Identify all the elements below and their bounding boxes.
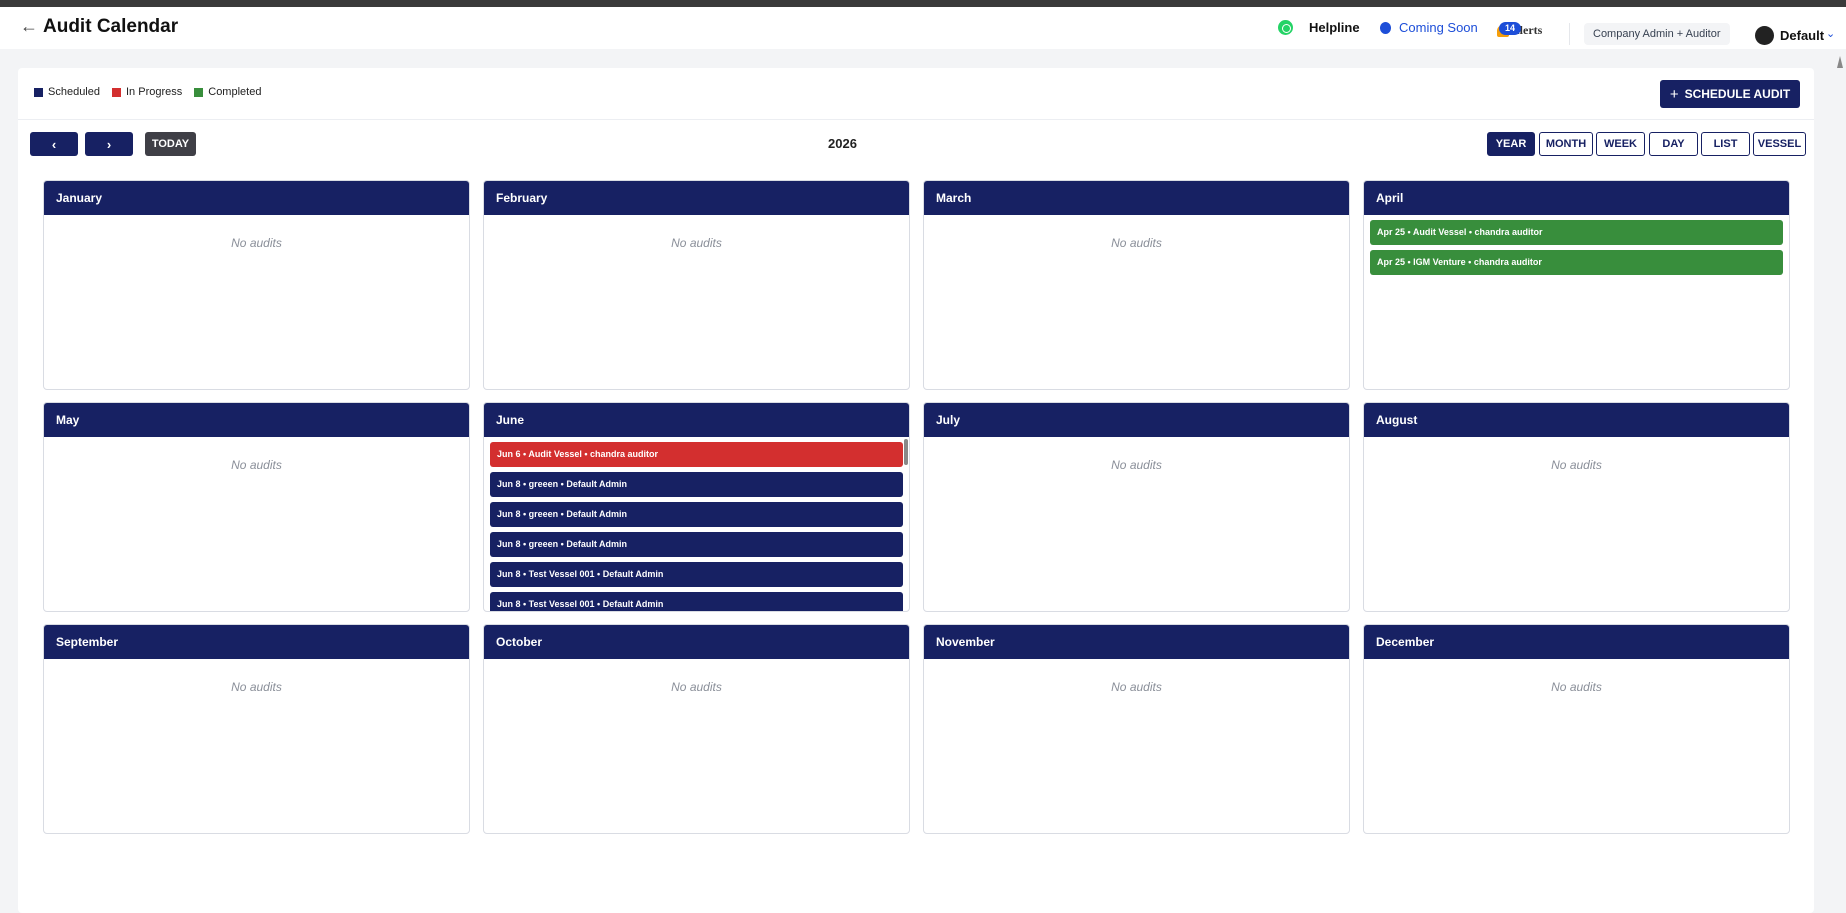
helpline-label: Helpline — [1309, 20, 1360, 35]
month-title[interactable]: January — [44, 181, 469, 215]
helpline-link[interactable]: Helpline — [1278, 20, 1360, 35]
avatar[interactable] — [1755, 26, 1774, 45]
month-panel-november: November No audits — [923, 624, 1350, 834]
month-title[interactable]: June — [484, 403, 909, 437]
view-week-button[interactable]: WEEK — [1596, 132, 1645, 156]
month-title[interactable]: May — [44, 403, 469, 437]
audit-event[interactable]: Jun 8 • Test Vessel 001 • Default Admin — [490, 562, 903, 587]
status-legend: Scheduled In Progress Completed — [34, 86, 261, 98]
month-title[interactable]: March — [924, 181, 1349, 215]
legend-label: Scheduled — [48, 86, 100, 98]
no-audits-text: No audits — [231, 458, 282, 472]
no-audits-text: No audits — [1111, 236, 1162, 250]
month-panel-february: February No audits — [483, 180, 910, 390]
month-panel-july: July No audits — [923, 402, 1350, 612]
window-top-strip — [0, 0, 1846, 7]
legend-swatch — [194, 87, 204, 97]
legend-label: In Progress — [126, 86, 183, 98]
month-title[interactable]: April — [1364, 181, 1789, 215]
legend-swatch — [34, 87, 43, 97]
view-list-button[interactable]: LIST — [1701, 132, 1750, 156]
role-badge: Company Admin + Auditor — [1584, 23, 1730, 45]
event-list: Apr 25 • Audit Vessel • chandra auditor A… — [1364, 215, 1789, 389]
month-title[interactable]: December — [1364, 625, 1789, 659]
month-panel-september: September No audits — [43, 624, 470, 834]
legend-item-in-progress: In Progress — [112, 86, 182, 98]
month-title[interactable]: August — [1364, 403, 1789, 437]
view-month-button[interactable]: MONTH — [1539, 132, 1593, 156]
user-name[interactable]: Default — [1780, 28, 1824, 43]
month-title[interactable]: November — [924, 625, 1349, 659]
app-header: ← Audit Calendar Helpline Coming Soon Al… — [0, 7, 1846, 49]
legend-item-completed: Completed — [194, 86, 261, 98]
alerts-count-badge: 14 — [1499, 22, 1521, 35]
legend-label: Completed — [208, 86, 262, 98]
view-day-button[interactable]: DAY — [1649, 132, 1698, 156]
next-year-button[interactable]: › — [85, 132, 133, 156]
no-audits-text: No audits — [231, 680, 282, 694]
coming-soon-link[interactable]: Coming Soon — [1380, 20, 1478, 35]
view-year-button[interactable]: YEAR — [1487, 132, 1535, 156]
header-divider — [1569, 23, 1570, 45]
month-panel-august: August No audits — [1363, 402, 1790, 612]
event-list-scrollbar[interactable] — [904, 439, 908, 465]
month-panel-january: January No audits — [43, 180, 470, 390]
month-title[interactable]: October — [484, 625, 909, 659]
schedule-audit-label: SCHEDULE AUDIT — [1684, 87, 1791, 101]
no-audits-text: No audits — [1111, 458, 1162, 472]
plus-icon: + — [1669, 85, 1679, 103]
month-title[interactable]: February — [484, 181, 909, 215]
event-list: Jun 6 • Audit Vessel • chandra auditor Ju… — [484, 437, 909, 611]
month-panel-april: April Apr 25 • Audit Vessel • chandra aud… — [1363, 180, 1790, 390]
audit-event[interactable]: Jun 8 • greeen • Default Admin — [490, 532, 903, 557]
no-audits-text: No audits — [1551, 458, 1602, 472]
no-audits-text: No audits — [231, 236, 282, 250]
schedule-audit-button[interactable]: + SCHEDULE AUDIT — [1660, 80, 1800, 108]
back-arrow-icon[interactable]: ← — [20, 16, 38, 37]
page-scrollbar[interactable] — [1837, 56, 1843, 68]
no-audits-text: No audits — [671, 236, 722, 250]
chevron-down-icon[interactable]: ⌄ — [1826, 27, 1835, 40]
timer-icon — [1380, 21, 1391, 34]
year-title: 2026 — [828, 136, 857, 151]
view-vessel-button[interactable]: VESSEL — [1753, 132, 1806, 156]
audit-event[interactable]: Apr 25 • Audit Vessel • chandra auditor — [1370, 220, 1783, 245]
month-title[interactable]: September — [44, 625, 469, 659]
audit-event[interactable]: Jun 8 • greeen • Default Admin — [490, 502, 903, 527]
toolbar-divider — [18, 119, 1814, 120]
whatsapp-icon — [1278, 20, 1293, 35]
audit-event[interactable]: Apr 25 • IGM Venture • chandra auditor — [1370, 250, 1783, 275]
legend-swatch — [112, 87, 121, 97]
no-audits-text: No audits — [1551, 680, 1602, 694]
audit-event[interactable]: Jun 6 • Audit Vessel • chandra auditor — [490, 442, 903, 467]
prev-year-button[interactable]: ‹ — [30, 132, 78, 156]
no-audits-text: No audits — [671, 680, 722, 694]
coming-soon-label: Coming Soon — [1399, 20, 1478, 35]
audit-event[interactable]: Jun 8 • Test Vessel 001 • Default Admin — [490, 592, 903, 611]
month-panel-december: December No audits — [1363, 624, 1790, 834]
calendar-card: Scheduled In Progress Completed + SCHEDU… — [18, 68, 1814, 913]
today-button[interactable]: TODAY — [145, 132, 196, 156]
page-title: Audit Calendar — [43, 16, 179, 37]
month-panel-march: March No audits — [923, 180, 1350, 390]
month-panel-may: May No audits — [43, 402, 470, 612]
legend-item-scheduled: Scheduled — [34, 86, 100, 98]
audit-event[interactable]: Jun 8 • greeen • Default Admin — [490, 472, 903, 497]
month-panel-october: October No audits — [483, 624, 910, 834]
no-audits-text: No audits — [1111, 680, 1162, 694]
month-panel-june: June Jun 6 • Audit Vessel • chandra audit… — [483, 402, 910, 612]
month-title[interactable]: July — [924, 403, 1349, 437]
